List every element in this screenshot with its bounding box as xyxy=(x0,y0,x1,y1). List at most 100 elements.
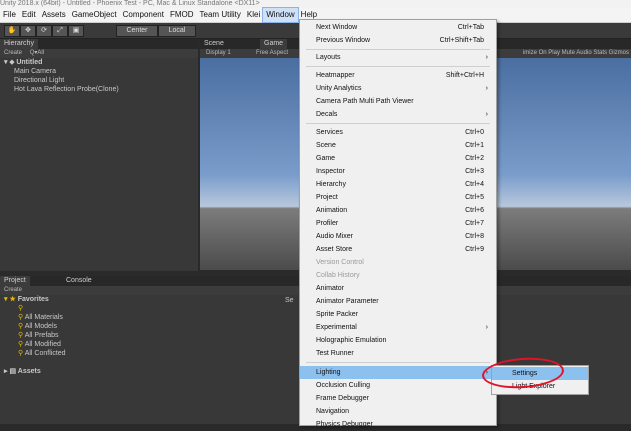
menu-item-sprite-packer[interactable]: Sprite Packer xyxy=(300,308,496,321)
menu-item-lighting[interactable]: Lighting › xyxy=(300,366,496,379)
game-tab-label: Game xyxy=(264,40,284,47)
menu-assets[interactable]: Assets xyxy=(39,8,69,22)
menu-item-label: Animator xyxy=(316,285,345,292)
project-create-button[interactable]: Create xyxy=(4,287,22,293)
menu-item-shortcut: Ctrl+2 xyxy=(465,155,484,162)
menu-item-shortcut: Ctrl+9 xyxy=(465,246,484,253)
search-icon: ⚲ xyxy=(18,332,24,339)
project-tab-label: Project xyxy=(4,277,26,284)
menu-item-animator-parameter[interactable]: Animator Parameter xyxy=(300,295,496,308)
project-right-header: Se xyxy=(285,297,294,304)
menu-item-label: Sprite Packer xyxy=(316,311,359,318)
menu-item-hierarchy[interactable]: Hierarchy Ctrl+4 xyxy=(300,178,496,191)
menu-item-layouts[interactable]: Layouts › xyxy=(300,51,496,64)
scene-root-row[interactable]: ▾ ⬥ Untitled xyxy=(0,58,198,67)
submenu-arrow-icon: › xyxy=(485,54,488,61)
menu-item-label: Frame Debugger xyxy=(316,395,369,402)
favorites-label: Favorites xyxy=(17,296,49,303)
folder-icon: ▸ ▤ xyxy=(4,368,18,375)
tab-scene[interactable]: Scene xyxy=(200,39,228,49)
menu-item-shortcut: Ctrl+1 xyxy=(465,142,484,149)
hand-tool-icon[interactable]: ✋ xyxy=(4,25,20,37)
window-title: Unity 2018.x (64bit) - Untitled - Phoeni… xyxy=(0,0,631,8)
menu-item-frame-debugger[interactable]: Frame Debugger xyxy=(300,392,496,405)
menu-item-animator[interactable]: Animator xyxy=(300,282,496,295)
search-icon: ⚲ xyxy=(18,341,24,348)
menu-item-shortcut: Ctrl+8 xyxy=(465,233,484,240)
menu-window[interactable]: Window xyxy=(262,7,299,23)
menu-item-label: Hierarchy xyxy=(316,181,346,188)
menu-item-label: Asset Store xyxy=(316,246,353,253)
menu-item-services[interactable]: Services Ctrl+0 xyxy=(300,126,496,139)
pivot-center-toggle[interactable]: Center xyxy=(116,25,158,37)
menu-item-label: Previous Window xyxy=(316,37,371,44)
menu-item-heatmapper[interactable]: Heatmapper Shift+Ctrl+H xyxy=(300,69,496,82)
menu-item-next-window[interactable]: Next Window Ctrl+Tab xyxy=(300,21,496,34)
menu-item-animation[interactable]: Animation Ctrl+6 xyxy=(300,204,496,217)
menu-item-inspector[interactable]: Inspector Ctrl+3 xyxy=(300,165,496,178)
menu-separator xyxy=(306,362,490,363)
menu-item-label: Occlusion Culling xyxy=(316,382,371,389)
hierarchy-panel: Hierarchy Create Q▾All ▾ ⬥ Untitled Main… xyxy=(0,39,198,271)
scale-tool-icon[interactable]: ⤢ xyxy=(52,25,68,37)
menu-item-scene[interactable]: Scene Ctrl+1 xyxy=(300,139,496,152)
search-icon: ⚲ xyxy=(18,305,24,312)
tab-project[interactable]: Project xyxy=(0,276,30,286)
menu-item-game[interactable]: Game Ctrl+2 xyxy=(300,152,496,165)
menu-item-occlusion-culling[interactable]: Occlusion Culling xyxy=(300,379,496,392)
menu-item-label: Decals xyxy=(316,111,338,118)
menu-item-holographic-emulation[interactable]: Holographic Emulation xyxy=(300,334,496,347)
menu-team-utility[interactable]: Team Utility xyxy=(197,8,244,22)
menu-item-test-runner[interactable]: Test Runner xyxy=(300,347,496,360)
menu-item-shortcut: Ctrl+Tab xyxy=(457,24,484,31)
menu-fmod[interactable]: FMOD xyxy=(167,8,197,22)
menu-item-label: Inspector xyxy=(316,168,345,175)
menu-item-asset-store[interactable]: Asset Store Ctrl+9 xyxy=(300,243,496,256)
menu-item-profiler[interactable]: Profiler Ctrl+7 xyxy=(300,217,496,230)
search-icon: ⚲ xyxy=(18,350,24,357)
menu-item-camera-path[interactable]: Camera Path Multi Path Viewer xyxy=(300,95,496,108)
rotate-tool-icon[interactable]: ⟳ xyxy=(36,25,52,37)
menu-item-label: Navigation xyxy=(316,408,350,415)
hierarchy-subbar: Create Q▾All xyxy=(0,49,198,58)
search-icon: ⚲ xyxy=(18,314,24,321)
menu-item-shortcut: Ctrl+3 xyxy=(465,168,484,175)
menu-item-label: Version Control xyxy=(316,259,364,266)
display-dropdown[interactable]: Display 1 xyxy=(206,49,231,58)
menu-edit[interactable]: Edit xyxy=(19,8,39,22)
menu-item-decals[interactable]: Decals › xyxy=(300,108,496,121)
hierarchy-search-input[interactable]: Q▾All xyxy=(30,50,44,56)
hierarchy-item[interactable]: Hot Lava Reflection Probe(Clone) xyxy=(0,85,198,94)
move-tool-icon[interactable]: ✥ xyxy=(20,25,36,37)
menu-item-physics-debugger[interactable]: Physics Debugger xyxy=(300,418,496,431)
menu-item-label: Animation xyxy=(316,207,348,214)
menu-item-label: Heatmapper xyxy=(316,72,355,79)
hierarchy-item[interactable]: Main Camera xyxy=(0,67,198,76)
menu-gameobject[interactable]: GameObject xyxy=(69,8,120,22)
menu-item-project[interactable]: Project Ctrl+5 xyxy=(300,191,496,204)
menu-klei[interactable]: Klei xyxy=(244,8,263,22)
rect-tool-icon[interactable]: ▣ xyxy=(68,25,84,37)
menu-file[interactable]: File xyxy=(0,8,19,22)
pivot-local-toggle[interactable]: Local xyxy=(158,25,196,37)
menu-item-experimental[interactable]: Experimental › xyxy=(300,321,496,334)
favorite-item-label: All Models xyxy=(24,323,57,330)
menu-item-shortcut: Ctrl+Shift+Tab xyxy=(439,37,484,44)
menu-separator xyxy=(306,123,490,124)
menu-item-previous-window[interactable]: Previous Window Ctrl+Shift+Tab xyxy=(300,34,496,47)
menu-item-navigation[interactable]: Navigation xyxy=(300,405,496,418)
game-view-options[interactable]: imize On Play Mute Audio Stats Gizmos xyxy=(523,49,629,58)
menu-item-shortcut: Shift+Ctrl+H xyxy=(445,72,484,79)
hierarchy-create-button[interactable]: Create xyxy=(4,50,22,56)
menu-component[interactable]: Component xyxy=(120,8,167,22)
tab-console[interactable]: Console xyxy=(62,276,96,286)
menu-item-label: Unity Analytics xyxy=(316,85,362,92)
aspect-dropdown[interactable]: Free Aspect xyxy=(256,49,288,58)
menu-item-unity-analytics[interactable]: Unity Analytics › xyxy=(300,82,496,95)
tab-game[interactable]: Game xyxy=(260,39,288,49)
search-icon: ⚲ xyxy=(18,323,24,330)
tab-hierarchy[interactable]: Hierarchy xyxy=(0,39,38,49)
unity-scene-icon: ▾ ⬥ xyxy=(4,59,17,66)
hierarchy-item[interactable]: Directional Light xyxy=(0,76,198,85)
menu-item-audio-mixer[interactable]: Audio Mixer Ctrl+8 xyxy=(300,230,496,243)
